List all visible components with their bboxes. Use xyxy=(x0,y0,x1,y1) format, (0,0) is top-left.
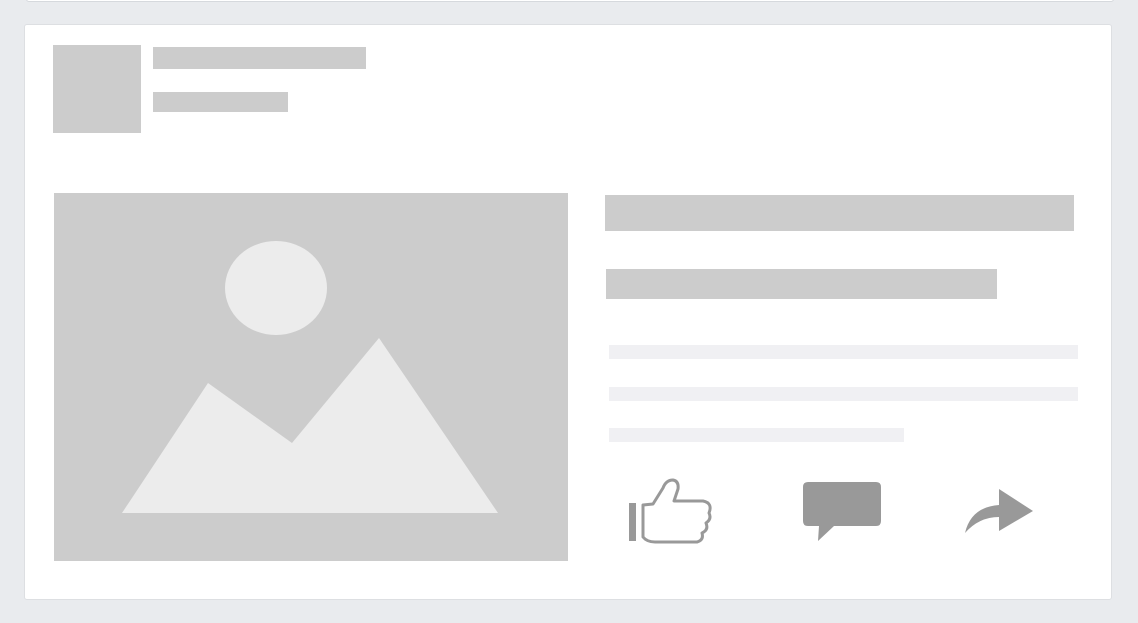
share-button[interactable] xyxy=(957,473,1039,549)
author-name-placeholder xyxy=(153,47,366,69)
previous-post-card-edge xyxy=(26,0,1114,2)
avatar-placeholder xyxy=(53,45,141,133)
share-arrow-icon xyxy=(965,489,1033,533)
post-meta-placeholder xyxy=(153,92,288,112)
post-card-placeholder xyxy=(24,24,1112,600)
comment-button[interactable] xyxy=(799,473,885,549)
post-text-placeholder-line-1 xyxy=(609,345,1078,359)
thumbs-up-icon xyxy=(629,478,712,544)
speech-bubble-icon xyxy=(803,482,881,541)
like-button[interactable] xyxy=(621,473,717,549)
image-placeholder-icon xyxy=(122,241,498,513)
post-image-placeholder xyxy=(54,193,568,561)
post-title-placeholder-line-2 xyxy=(606,269,997,299)
post-text-placeholder-line-3 xyxy=(609,428,904,442)
post-text-placeholder-line-2 xyxy=(609,387,1078,401)
post-title-placeholder-line-1 xyxy=(605,195,1074,231)
